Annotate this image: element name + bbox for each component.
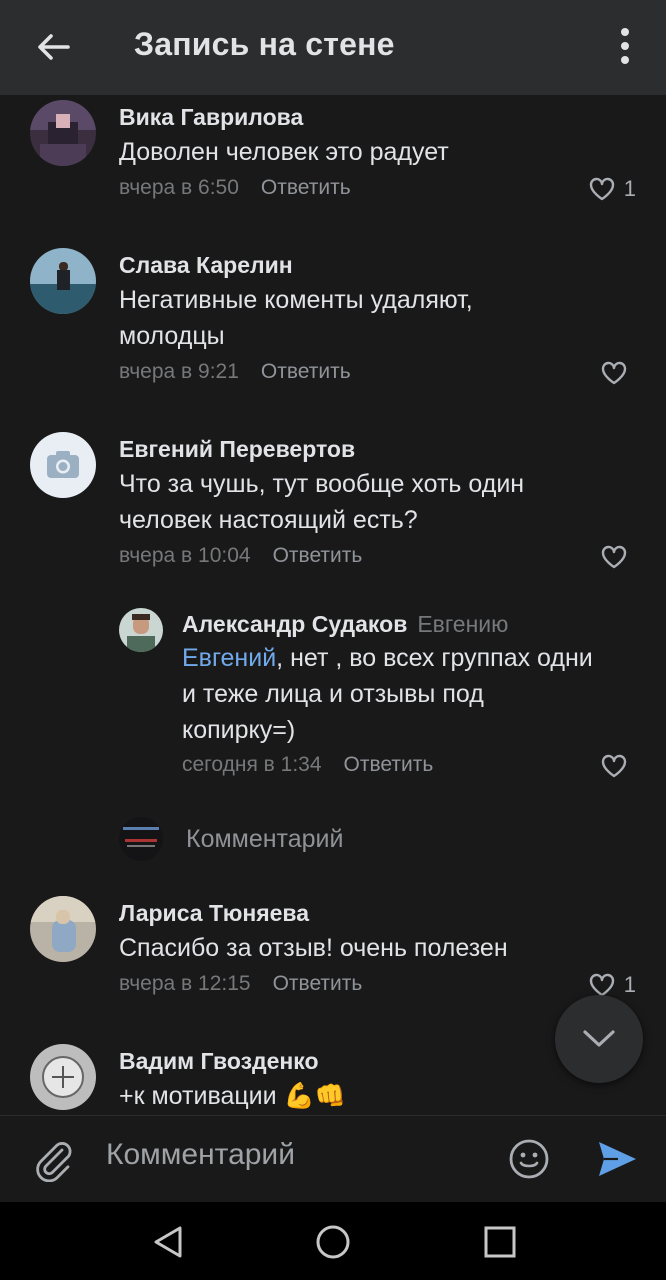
comment-author: Александр Судаков Евгению (182, 611, 508, 638)
nav-back-icon[interactable] (150, 1224, 186, 1260)
avatar[interactable] (30, 1044, 96, 1110)
paperclip-icon[interactable] (32, 1138, 74, 1182)
comment-meta: вчера в 9:21 Ответить (119, 360, 351, 384)
like-button[interactable] (600, 751, 636, 781)
reply-button[interactable]: Ответить (273, 972, 363, 995)
reply-button[interactable]: Ответить (273, 544, 363, 567)
send-icon[interactable] (596, 1138, 638, 1180)
my-avatar (119, 817, 163, 861)
comment-author[interactable]: Слава Карелин (119, 252, 293, 279)
chevron-down-icon (583, 1030, 615, 1047)
avatar[interactable] (119, 608, 163, 652)
app-bar: Запись на стене (0, 0, 666, 95)
comment-input[interactable]: Комментарий (106, 1138, 295, 1172)
like-button[interactable] (600, 358, 636, 388)
scroll-down-button[interactable] (555, 995, 643, 1083)
like-button[interactable]: 1 (588, 174, 636, 204)
heart-icon (601, 545, 627, 569)
like-button[interactable] (600, 542, 636, 572)
reply-to-label[interactable]: Евгению (417, 611, 508, 637)
avatar[interactable] (30, 432, 96, 498)
comment-time: вчера в 9:21 (119, 360, 239, 383)
like-count: 1 (623, 176, 636, 201)
back-arrow-icon[interactable] (30, 24, 76, 70)
comment-text: Евгений, нет , во всех группах одни и те… (182, 640, 602, 748)
reply-button[interactable]: Ответить (344, 753, 434, 776)
comment-composer: Комментарий (0, 1115, 666, 1203)
heart-icon (601, 754, 627, 778)
system-nav-bar (0, 1202, 666, 1280)
comment-author[interactable]: Лариса Тюняева (119, 900, 309, 927)
comment-time: вчера в 6:50 (119, 176, 239, 199)
comment-author[interactable]: Вадим Гвозденко (119, 1048, 319, 1075)
nav-home-icon[interactable] (315, 1224, 351, 1260)
page-title: Запись на стене (134, 26, 395, 62)
comment-time: вчера в 12:15 (119, 972, 251, 995)
heart-icon (601, 361, 627, 385)
comment-author[interactable]: Вика Гаврилова (119, 104, 303, 131)
comment-text: Доволен человек это радует (119, 138, 449, 166)
comment-time: вчера в 10:04 (119, 544, 251, 567)
reply-button[interactable]: Ответить (261, 360, 351, 383)
heart-icon (589, 177, 614, 201)
comment-author[interactable]: Евгений Перевертов (119, 436, 355, 463)
author-name[interactable]: Александр Судаков (182, 611, 407, 637)
like-count: 1 (623, 972, 636, 997)
avatar[interactable] (30, 248, 96, 314)
more-vertical-icon[interactable] (608, 24, 642, 68)
avatar[interactable] (30, 896, 96, 962)
emoji-icon[interactable] (508, 1138, 550, 1180)
comment-text: +к мотивации 💪👊 (119, 1082, 346, 1110)
reply-button[interactable]: Ответить (261, 176, 351, 199)
comment-text: Негативные коменты удаляют, молодцы (119, 286, 473, 350)
comment-meta: вчера в 6:50 Ответить (119, 176, 351, 200)
camera-icon (47, 451, 79, 478)
comments-feed[interactable]: Вика Гаврилова Доволен человек это радуе… (0, 95, 666, 1115)
comment-time: сегодня в 1:34 (182, 753, 322, 776)
inline-reply-input[interactable]: Комментарий (186, 825, 343, 854)
mention-link[interactable]: Евгений (182, 644, 276, 672)
comment-meta: вчера в 12:15 Ответить (119, 972, 362, 996)
nav-recents-icon[interactable] (482, 1224, 518, 1260)
comment-text: Что за чушь, тут вообще хоть один челове… (119, 470, 525, 534)
comment-meta: сегодня в 1:34 Ответить (182, 753, 433, 777)
avatar[interactable] (30, 100, 96, 166)
comment-meta: вчера в 10:04 Ответить (119, 544, 362, 568)
comment-text: Спасибо за отзыв! очень полезен (119, 934, 508, 962)
